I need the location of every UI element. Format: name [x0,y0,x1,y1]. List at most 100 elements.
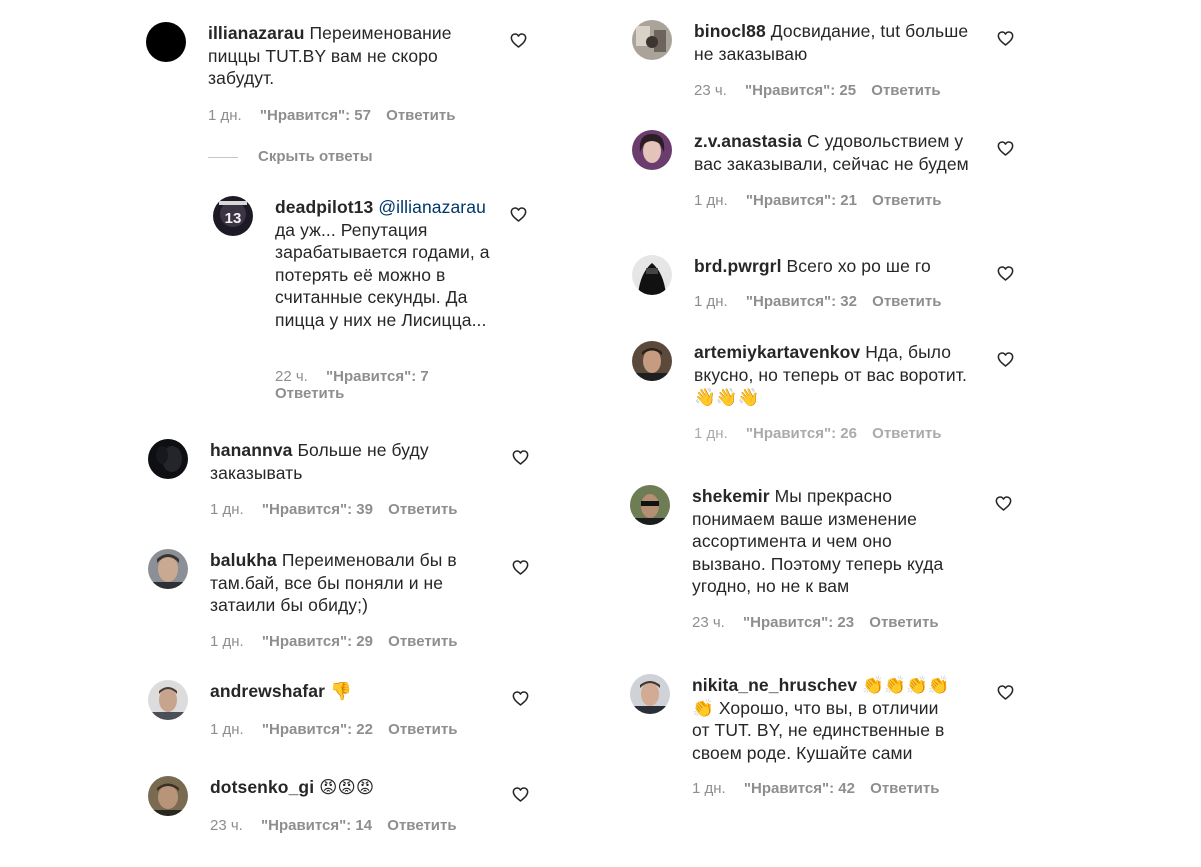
likes-count[interactable]: "Нравится": 7 [326,368,429,385]
heart-icon[interactable] [997,352,1014,367]
comment-meta: 1 дн. "Нравится": 29 Ответить [210,633,457,650]
username[interactable]: dotsenko_gi [210,777,314,797]
reply-button[interactable]: Ответить [388,721,457,738]
username[interactable]: brd.pwrgrl [694,256,782,276]
reply-button[interactable]: Ответить [275,385,344,402]
likes-count[interactable]: "Нравится": 29 [262,633,373,650]
comment-text: andrewshafar 👎 [210,680,460,703]
avatar[interactable] [632,130,672,170]
comment-meta: 23 ч. "Нравится": 14 Ответить [210,817,457,834]
heart-icon[interactable] [510,33,527,48]
likes-count[interactable]: "Нравится": 14 [261,817,372,834]
avatar[interactable] [632,20,672,60]
comment-meta: 23 ч. "Нравится": 25 Ответить [694,82,941,99]
comment-meta: 1 дн. "Нравится": 21 Ответить [694,192,941,209]
reply-button[interactable]: Ответить [388,633,457,650]
likes-count[interactable]: "Нравится": 22 [262,721,373,738]
comment-meta: 22 ч. "Нравится": 7 Ответить [275,368,495,402]
avatar[interactable] [630,674,670,714]
comment-meta: 1 дн. "Нравится": 26 Ответить [694,425,941,442]
likes-count[interactable]: "Нравится": 32 [746,293,857,310]
heart-icon[interactable] [510,207,527,222]
avatar[interactable] [630,485,670,525]
comment-text: z.v.anastasia С удовольствием у вас зака… [694,130,984,175]
comment-meta: 1 дн. "Нравится": 39 Ответить [210,501,457,518]
timestamp[interactable]: 1 дн. [694,192,728,209]
heart-icon[interactable] [512,560,529,575]
mention-link[interactable]: @illianazarau [378,197,486,217]
avatar[interactable] [632,341,672,381]
comment-text: nikita_ne_hruschev 👏👏👏👏👏 Хорошо, что вы,… [692,674,954,764]
likes-count[interactable]: "Нравится": 39 [262,501,373,518]
reply-button[interactable]: Ответить [872,425,941,442]
reply-button[interactable]: Ответить [872,293,941,310]
reply-button[interactable]: Ответить [869,614,938,631]
comment-text: balukha Переименовали бы в там.бай, все … [210,549,472,617]
username[interactable]: nikita_ne_hruschev [692,675,857,695]
likes-count[interactable]: "Нравится": 57 [260,107,371,124]
reply-button[interactable]: Ответить [387,817,456,834]
reply-button[interactable]: Ответить [386,107,455,124]
username[interactable]: andrewshafar [210,681,325,701]
comment-text: shekemir Мы прекрасно понимаем ваше изме… [692,485,962,598]
comment-meta: 1 дн. "Нравится": 57 Ответить [208,107,455,124]
username[interactable]: artemiykartavenkov [694,342,860,362]
heart-icon[interactable] [997,31,1014,46]
username[interactable]: z.v.anastasia [694,131,802,151]
reply-button[interactable]: Ответить [871,82,940,99]
timestamp[interactable]: 1 дн. [694,425,728,442]
username[interactable]: illianazarau [208,23,305,43]
username[interactable]: hanannva [210,440,293,460]
reply-button[interactable]: Ответить [872,192,941,209]
comment-body: Всего хо ро ше го [786,256,931,276]
heart-icon[interactable] [995,496,1012,511]
username[interactable]: shekemir [692,486,770,506]
timestamp[interactable]: 23 ч. [694,82,727,99]
comment-text: hanannva Больше не буду заказывать [210,439,460,484]
avatar[interactable] [148,439,188,479]
timestamp[interactable]: 1 дн. [210,501,244,518]
avatar[interactable] [148,776,188,816]
heart-icon[interactable] [997,141,1014,156]
reply-button[interactable]: Ответить [388,501,457,518]
comment-meta: 23 ч. "Нравится": 23 Ответить [692,614,939,631]
avatar[interactable]: 13 [213,196,253,236]
avatar[interactable] [632,255,672,295]
comment-text: dotsenko_gi 😡😡😡 [210,776,460,799]
hide-replies-line [208,156,238,158]
heart-icon[interactable] [512,450,529,465]
timestamp[interactable]: 23 ч. [210,817,243,834]
likes-count[interactable]: "Нравится": 26 [746,425,857,442]
username[interactable]: binocl88 [694,21,766,41]
comment-body: 😡😡😡 [319,777,375,797]
svg-text:13: 13 [225,210,242,227]
timestamp[interactable]: 23 ч. [692,614,725,631]
username[interactable]: deadpilot13 [275,197,373,217]
likes-count[interactable]: "Нравится": 21 [746,192,857,209]
timestamp[interactable]: 1 дн. [210,633,244,650]
avatar[interactable] [146,22,186,62]
timestamp[interactable]: 1 дн. [694,293,728,310]
heart-icon[interactable] [997,685,1014,700]
heart-icon[interactable] [512,787,529,802]
avatar[interactable] [148,549,188,589]
comment-text: artemiykartavenkov Нда, было вкусно, но … [694,341,984,409]
heart-icon[interactable] [997,266,1014,281]
likes-count[interactable]: "Нравится": 42 [744,780,855,797]
comment-body: да уж... Репутация зарабатывается годами… [275,219,490,330]
heart-icon[interactable] [512,691,529,706]
comment-text: brd.pwrgrl Всего хо ро ше го [694,255,984,278]
timestamp[interactable]: 1 дн. [208,107,242,124]
comment-text: binocl88 Досвидание, tut больше не заказ… [694,20,984,65]
username[interactable]: balukha [210,550,277,570]
likes-count[interactable]: "Нравится": 25 [745,82,856,99]
timestamp[interactable]: 1 дн. [692,780,726,797]
reply-button[interactable]: Ответить [870,780,939,797]
timestamp[interactable]: 1 дн. [210,721,244,738]
timestamp[interactable]: 22 ч. [275,368,308,385]
avatar[interactable] [148,680,188,720]
hide-replies-button[interactable]: Скрыть ответы [208,148,373,165]
likes-count[interactable]: "Нравится": 23 [743,614,854,631]
comment-text: illianazarau Переименование пиццы TUT.BY… [208,22,458,90]
comment-meta: 1 дн. "Нравится": 22 Ответить [210,721,457,738]
